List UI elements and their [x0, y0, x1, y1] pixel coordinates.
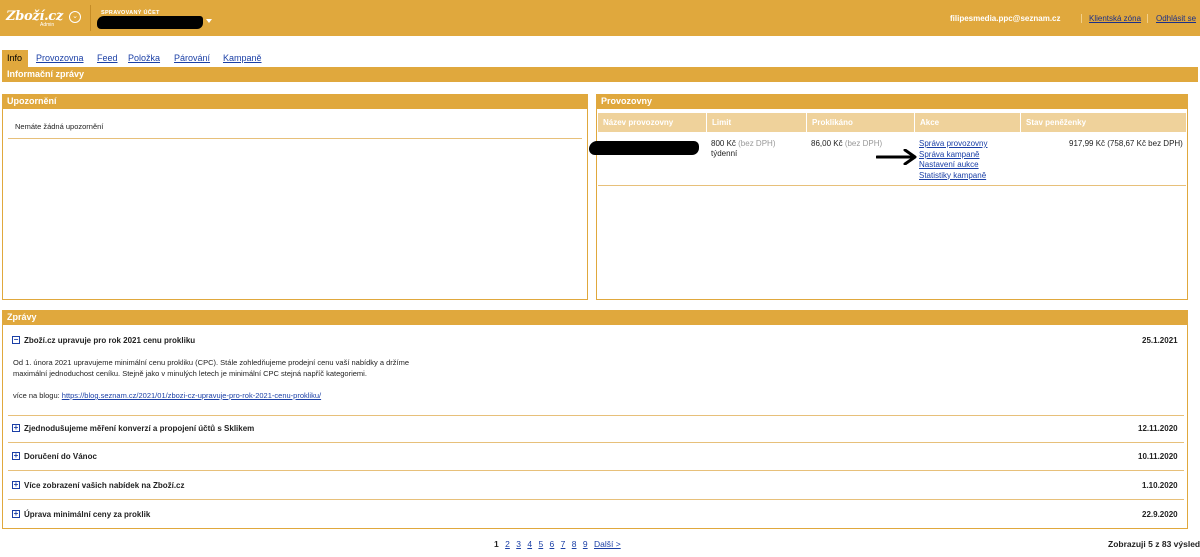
divider	[8, 415, 1184, 416]
column-header: Limit	[706, 113, 806, 132]
column-header: Akce	[914, 113, 1020, 132]
manage-campaign-link[interactable]: Správa kampaně	[919, 150, 987, 161]
tab-kampane[interactable]: Kampaně	[223, 50, 262, 67]
news-more: více na blogu: https://blog.seznam.cz/20…	[13, 390, 409, 401]
establishments-title: Provozovny	[596, 94, 1188, 109]
actions-cell: Správa provozovny Správa kampaně Nastave…	[919, 139, 987, 181]
tab-feed[interactable]: Feed	[97, 50, 118, 67]
logo-subtitle: Admin	[40, 22, 55, 28]
establishments-table-header: Název provozovny Limit Proklikáno Akce S…	[598, 113, 1186, 132]
establishment-name-redacted	[589, 141, 699, 155]
page-link[interactable]: 9	[583, 539, 588, 549]
logout-link[interactable]: Odhlásit se	[1156, 14, 1196, 23]
divider	[8, 470, 1184, 471]
limit-cell: 800 Kč (bez DPH) týdenní	[711, 139, 775, 159]
tab-info[interactable]: Info	[2, 50, 28, 67]
news-item-title[interactable]: Zjednodušujeme měření konverzí a propoje…	[24, 424, 254, 433]
no-alerts-text: Nemáte žádná upozornění	[15, 122, 104, 131]
divider	[8, 138, 582, 139]
news-item-title[interactable]: Úprava minimální ceny za proklik	[24, 510, 150, 519]
info-messages-bar: Informační zprávy	[2, 67, 1198, 82]
divider	[8, 442, 1184, 443]
news-title: Zprávy	[2, 310, 1188, 325]
news-more-label: více na blogu:	[13, 391, 60, 400]
page-link[interactable]: 6	[550, 539, 555, 549]
expand-icon[interactable]: +	[12, 452, 20, 460]
tab-parovani[interactable]: Párování	[174, 50, 210, 67]
page-link[interactable]: 8	[572, 539, 577, 549]
header-separator	[1147, 14, 1148, 23]
tab-polozka[interactable]: Položka	[128, 50, 160, 67]
news-item-date: 1.10.2020	[1142, 481, 1178, 490]
manage-establishment-link[interactable]: Správa provozovny	[919, 139, 987, 150]
alerts-title: Upozornění	[2, 94, 588, 109]
clicked-note: (bez DPH)	[844, 139, 883, 148]
results-summary: Zobrazuji 5 z 83 výsledků	[1108, 539, 1200, 549]
pagination: 1 2 3 4 5 6 7 8 9 Další >	[494, 539, 625, 549]
news-item-title[interactable]: Doručení do Vánoc	[24, 452, 97, 461]
page-current: 1	[494, 539, 499, 549]
news-item-date: 10.11.2020	[1138, 452, 1178, 461]
page-link[interactable]: 4	[527, 539, 532, 549]
page-link[interactable]: 5	[538, 539, 543, 549]
expand-icon[interactable]: +	[12, 424, 20, 432]
divider	[8, 499, 1184, 500]
limit-note: (bez DPH)	[738, 139, 776, 148]
news-item-date: 22.9.2020	[1142, 510, 1178, 519]
clicked-cell: 86,00 Kč (bez DPH)	[811, 139, 882, 149]
column-header: Název provozovny	[603, 118, 674, 127]
next-page-link[interactable]: Další >	[594, 539, 621, 549]
tab-provozovna[interactable]: Provozovna	[36, 50, 84, 67]
caret-down-icon[interactable]	[206, 19, 212, 23]
page-link[interactable]: 2	[505, 539, 510, 549]
client-zone-link[interactable]: Klientská zóna	[1089, 14, 1141, 23]
limit-value: 800 Kč	[711, 139, 736, 148]
column-header: Proklikáno	[806, 113, 914, 132]
news-body-line: maximální jednoduchost ceníku. Stejně ja…	[13, 369, 367, 378]
top-bar: Zboží.cz Admin ⌄ SPRAVOVANÝ ÚČET filipes…	[0, 0, 1200, 36]
news-item-date: 25.1.2021	[1142, 336, 1178, 345]
news-item-title[interactable]: Více zobrazení vašich nabídek na Zboží.c…	[24, 481, 185, 490]
column-header: Stav peněženky	[1020, 113, 1186, 132]
arrow-right-icon	[876, 149, 917, 165]
user-email: filipesmedia.ppc@seznam.cz	[950, 14, 1061, 23]
limit-period: týdenní	[711, 149, 738, 158]
auction-settings-link[interactable]: Nastavení aukce	[919, 160, 987, 171]
wallet-balance: 917,99 Kč (758,67 Kč bez DPH)	[1069, 139, 1183, 148]
page-link[interactable]: 7	[561, 539, 566, 549]
expand-icon[interactable]: +	[12, 510, 20, 518]
news-item-body: Od 1. února 2021 upravujeme minimální ce…	[13, 357, 409, 401]
chevron-down-icon[interactable]: ⌄	[69, 11, 81, 23]
collapse-icon[interactable]: −	[12, 336, 20, 344]
page-link[interactable]: 3	[516, 539, 521, 549]
header-separator	[1081, 14, 1082, 23]
news-item-date: 12.11.2020	[1138, 424, 1178, 433]
expand-icon[interactable]: +	[12, 481, 20, 489]
campaign-stats-link[interactable]: Statistiky kampaně	[919, 171, 987, 182]
clicked-value: 86,00 Kč	[811, 139, 843, 148]
news-body-line: Od 1. února 2021 upravujeme minimální ce…	[13, 358, 410, 367]
logo[interactable]: Zboží.cz	[6, 9, 63, 24]
header-divider	[90, 5, 91, 31]
news-item-title[interactable]: Zboží.cz upravuje pro rok 2021 cenu prok…	[24, 336, 195, 345]
divider	[598, 185, 1186, 186]
account-name-redacted[interactable]	[97, 16, 203, 29]
blog-link[interactable]: https://blog.seznam.cz/2021/01/zbozi-cz-…	[62, 391, 321, 400]
